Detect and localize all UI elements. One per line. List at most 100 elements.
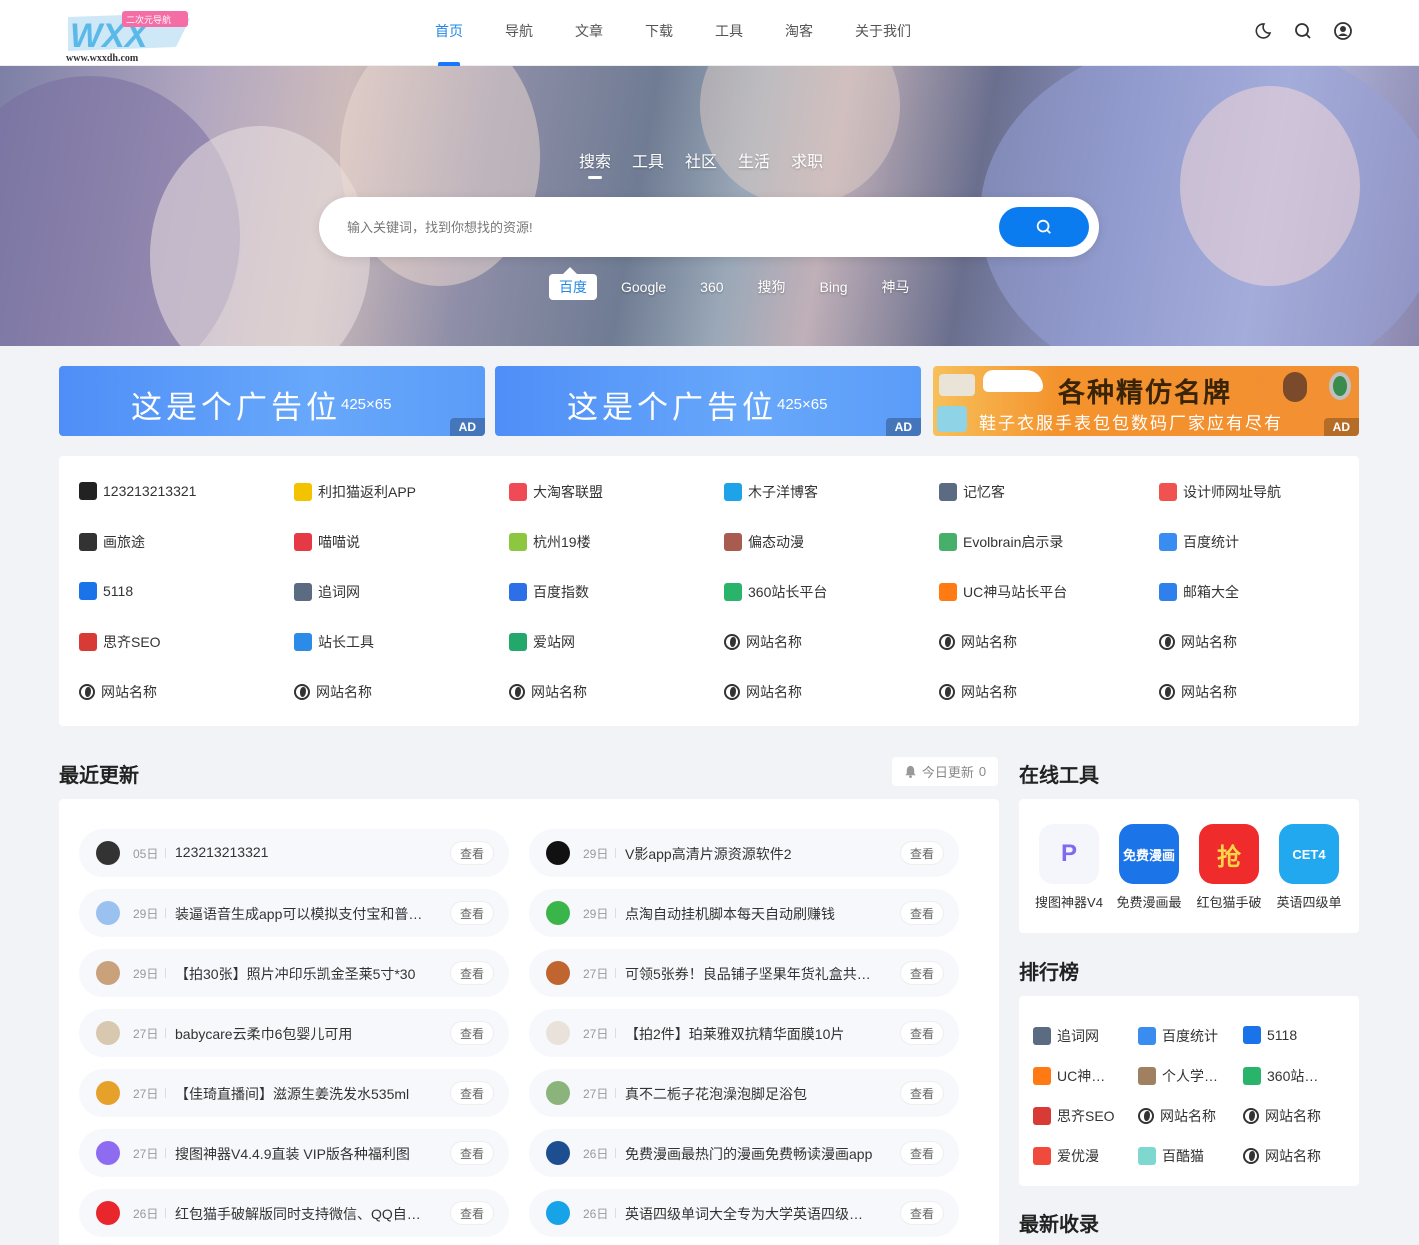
update-title[interactable]: babycare云柔巾6包婴儿可用 — [175, 1024, 425, 1044]
view-button[interactable]: 查看 — [900, 1141, 944, 1165]
update-row[interactable]: 27日 可领5张券！良品铺子坚果年货礼盒共8袋 查看 — [529, 949, 959, 997]
nav-home[interactable]: 首页 — [414, 0, 484, 66]
ad-banner-3[interactable]: 各种精仿名牌 鞋子衣服手表包包数码厂家应有尽有 AD — [933, 366, 1359, 436]
site-link[interactable]: 网站名称 — [294, 682, 372, 702]
site-link[interactable]: 123213213321 — [79, 482, 196, 500]
site-link[interactable]: 画旅途 — [79, 532, 145, 552]
engine-baidu[interactable]: 百度 — [549, 267, 597, 300]
update-row[interactable]: 05日 123213213321 查看 — [79, 829, 509, 877]
site-link[interactable]: 百度指数 — [509, 582, 589, 602]
update-row[interactable]: 26日英语四级单词大全专为大学英语四级考试的学习软件 查看 — [529, 1189, 959, 1237]
site-link[interactable]: 设计师网址导航 — [1159, 482, 1281, 502]
engine-google[interactable]: Google — [611, 276, 676, 298]
update-row[interactable]: 27日 真不二栀子花泡澡泡脚足浴包 查看 — [529, 1069, 959, 1117]
site-link[interactable]: 木子洋博客 — [724, 482, 818, 502]
site-link[interactable]: 思齐SEO — [79, 632, 161, 652]
view-button[interactable]: 查看 — [450, 1021, 494, 1045]
site-link[interactable]: 网站名称 — [1159, 632, 1237, 652]
nav-downloads[interactable]: 下载 — [624, 0, 694, 66]
engine-shenma[interactable]: 神马 — [872, 274, 920, 300]
nav-articles[interactable]: 文章 — [554, 0, 624, 66]
ranking-item[interactable]: 爱优漫 — [1033, 1146, 1099, 1166]
update-row[interactable]: 26日 免费漫画最热门的漫画免费畅读漫画app 查看 — [529, 1129, 959, 1177]
update-title[interactable]: 装逼语音生成app可以模拟支付宝和普通语音合成 — [175, 904, 425, 924]
tool-item[interactable]: 抢红包猫手破 — [1189, 824, 1269, 911]
site-link[interactable]: 网站名称 — [509, 682, 587, 702]
ranking-item[interactable]: 360站长平台 — [1243, 1066, 1329, 1086]
site-link[interactable]: 站长工具 — [294, 632, 374, 652]
moon-icon[interactable] — [1253, 21, 1273, 41]
tool-item[interactable]: P 搜图神器V4 — [1029, 824, 1109, 911]
update-row[interactable]: 29日 点淘自动挂机脚本每天自动刷赚钱 查看 — [529, 889, 959, 937]
site-logo[interactable]: WXX 二次元导航 www.wxxdh.com — [64, 9, 194, 64]
nav-tools[interactable]: 工具 — [694, 0, 764, 66]
ranking-item[interactable]: 网站名称 — [1243, 1146, 1321, 1166]
site-link[interactable]: 网站名称 — [79, 682, 157, 702]
site-link[interactable]: 杭州19楼 — [509, 532, 591, 552]
update-title[interactable]: 搜图神器V4.4.9直装 VIP版各种福利图 — [175, 1144, 425, 1164]
ad-banner-2[interactable]: 这是个广告位 425×65 AD — [495, 366, 921, 436]
site-link[interactable]: 百度统计 — [1159, 532, 1239, 552]
update-row[interactable]: 27日 【佳琦直播间】滋源生姜洗发水535ml 查看 — [79, 1069, 509, 1117]
ranking-item[interactable]: 网站名称 — [1243, 1106, 1321, 1126]
tab-search[interactable]: 搜索 — [579, 148, 611, 179]
tool-item[interactable]: CET4 英语四级单 — [1269, 824, 1349, 911]
engine-bing[interactable]: Bing — [810, 276, 858, 298]
site-link[interactable]: 大淘客联盟 — [509, 482, 603, 502]
site-link[interactable]: 网站名称 — [939, 632, 1017, 652]
site-link[interactable]: UC神马站长平台 — [939, 582, 1067, 602]
view-button[interactable]: 查看 — [450, 1141, 494, 1165]
update-title[interactable]: 【佳琦直播间】滋源生姜洗发水535ml — [175, 1084, 425, 1104]
view-button[interactable]: 查看 — [450, 901, 494, 925]
site-link[interactable]: 记忆客 — [939, 482, 1005, 502]
update-row[interactable]: 29日装逼语音生成app可以模拟支付宝和普通语音合成 查看 — [79, 889, 509, 937]
site-link[interactable]: 喵喵说 — [294, 532, 360, 552]
update-title[interactable]: 真不二栀子花泡澡泡脚足浴包 — [625, 1084, 875, 1104]
update-row[interactable]: 26日红包猫手破解版同时支持微信、QQ自动抢红包 查看 — [79, 1189, 509, 1237]
site-link[interactable]: 网站名称 — [724, 632, 802, 652]
view-button[interactable]: 查看 — [900, 961, 944, 985]
update-title[interactable]: 可领5张券！良品铺子坚果年货礼盒共8袋 — [625, 964, 875, 984]
update-row[interactable]: 29日 【拍30张】照片冲印乐凯金圣莱5寸*30 查看 — [79, 949, 509, 997]
engine-360[interactable]: 360 — [690, 276, 733, 298]
view-button[interactable]: 查看 — [450, 841, 494, 865]
ranking-item[interactable]: 个人学习库 — [1138, 1066, 1224, 1086]
ranking-item[interactable]: UC神马站长平台 — [1033, 1066, 1119, 1086]
update-row[interactable]: 27日 babycare云柔巾6包婴儿可用 查看 — [79, 1009, 509, 1057]
search-input[interactable] — [347, 211, 987, 243]
tool-item[interactable]: 免费漫画 免费漫画最 — [1109, 824, 1189, 911]
tab-tools[interactable]: 工具 — [632, 148, 664, 172]
site-link[interactable]: 网站名称 — [724, 682, 802, 702]
site-link[interactable]: 利扣猫返利APP — [294, 482, 416, 502]
update-title[interactable]: 【拍30张】照片冲印乐凯金圣莱5寸*30 — [175, 964, 425, 984]
update-row[interactable]: 29日 V影app高清片源资源软件2 查看 — [529, 829, 959, 877]
user-icon[interactable] — [1333, 21, 1353, 41]
update-title[interactable]: 免费漫画最热门的漫画免费畅读漫画app — [625, 1144, 875, 1164]
site-link[interactable]: 网站名称 — [939, 682, 1017, 702]
site-link[interactable]: 5118 — [79, 582, 133, 600]
view-button[interactable]: 查看 — [450, 961, 494, 985]
site-link[interactable]: 360站长平台 — [724, 582, 827, 602]
update-title[interactable]: 【拍2件】珀莱雅双抗精华面膜10片 — [625, 1024, 875, 1044]
view-button[interactable]: 查看 — [900, 1081, 944, 1105]
site-link[interactable]: 追词网 — [294, 582, 360, 602]
tab-community[interactable]: 社区 — [685, 148, 717, 172]
tab-jobs[interactable]: 求职 — [791, 148, 823, 172]
update-title[interactable]: V影app高清片源资源软件2 — [625, 844, 875, 864]
update-title[interactable]: 红包猫手破解版同时支持微信、QQ自动抢红包 — [175, 1204, 425, 1224]
ranking-item[interactable]: 思齐SEO — [1033, 1106, 1115, 1126]
view-button[interactable]: 查看 — [450, 1081, 494, 1105]
nav-navigation[interactable]: 导航 — [484, 0, 554, 66]
ranking-item[interactable]: 5118 — [1243, 1026, 1297, 1044]
update-title[interactable]: 英语四级单词大全专为大学英语四级考试的学习软件 — [625, 1204, 875, 1224]
view-button[interactable]: 查看 — [900, 841, 944, 865]
view-button[interactable]: 查看 — [900, 901, 944, 925]
ad-banner-1[interactable]: 这是个广告位 425×65 AD — [59, 366, 485, 436]
tab-life[interactable]: 生活 — [738, 148, 770, 172]
ranking-item[interactable]: 百度统计 — [1138, 1026, 1218, 1046]
update-title[interactable]: 123213213321 — [175, 844, 425, 860]
ranking-item[interactable]: 追词网 — [1033, 1026, 1099, 1046]
update-title[interactable]: 点淘自动挂机脚本每天自动刷赚钱 — [625, 904, 875, 924]
nav-taoke[interactable]: 淘客 — [764, 0, 834, 66]
update-row[interactable]: 27日 【拍2件】珀莱雅双抗精华面膜10片 查看 — [529, 1009, 959, 1057]
